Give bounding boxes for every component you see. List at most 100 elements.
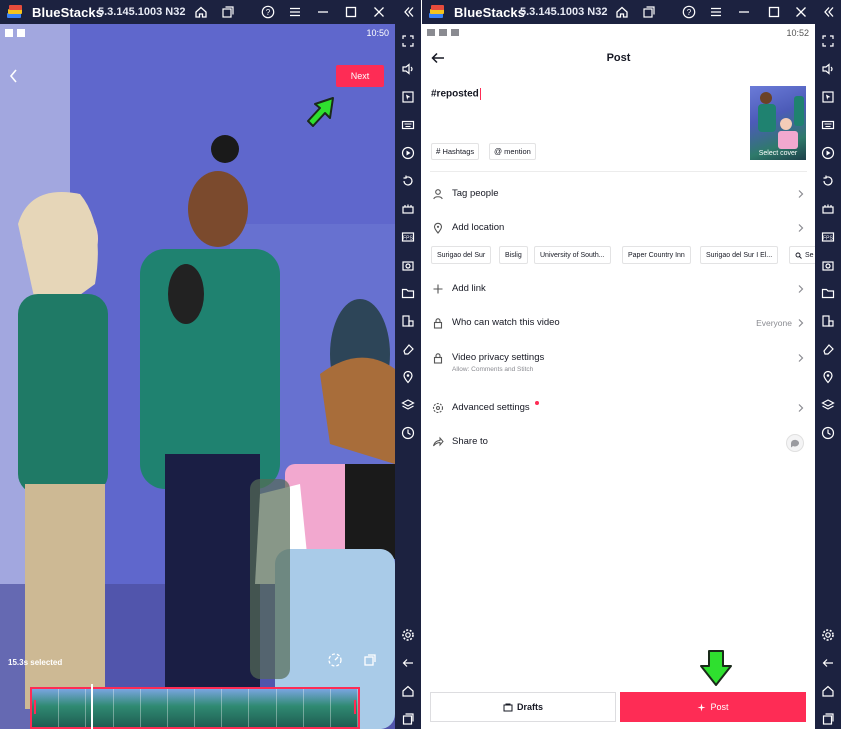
mention-chip[interactable]: @ mention [489,143,536,160]
drafts-button[interactable]: Drafts [430,692,616,722]
location-chip[interactable]: Paper Country Inn [622,246,691,264]
filmstrip-frame [59,689,87,727]
menu-icon[interactable] [286,3,304,21]
cursor-lock-icon[interactable] [819,88,837,106]
maximize-icon[interactable] [342,3,360,21]
eco-mode-icon[interactable] [819,424,837,442]
settings-gear-icon[interactable] [399,626,417,644]
folder-icon[interactable] [399,284,417,302]
filmstrip-frame [113,689,141,727]
eco-mode-icon[interactable] [399,424,417,442]
location-chip[interactable]: Bislig [499,246,528,264]
add-location-row[interactable]: Add location [422,218,815,238]
app-version: 5.3.145.1003 N32 [520,6,608,18]
menu-icon[interactable] [707,3,725,21]
keyboard-icon[interactable] [399,116,417,134]
screenshot-icon[interactable] [819,256,837,274]
resize-icon[interactable] [819,312,837,330]
maximize-icon[interactable] [765,3,783,21]
caption-input[interactable]: #reposted [431,88,481,100]
fullscreen-icon[interactable] [399,32,417,50]
side-toolbar: FPS [395,24,421,729]
close-icon[interactable] [792,3,810,21]
screenshot-icon[interactable] [399,256,417,274]
resize-icon[interactable] [399,312,417,330]
back-icon[interactable] [8,68,20,84]
minimize-icon[interactable] [314,3,332,21]
add-link-row[interactable]: Add link [422,279,815,299]
share-message-toggle[interactable] [786,434,804,452]
rotate-screen-icon[interactable] [819,172,837,190]
location-search-chip[interactable]: Se [789,246,815,264]
recent-apps-icon[interactable] [819,710,837,728]
mention-label: mention [504,147,531,156]
svg-text:?: ? [266,8,271,17]
multi-instance-icon[interactable] [640,3,658,21]
location-chip[interactable]: Surigao del Sur I El... [700,246,779,264]
android-home-icon[interactable] [399,682,417,700]
volume-icon[interactable] [399,60,417,78]
folder-icon[interactable] [819,284,837,302]
post-button[interactable]: Post [620,692,806,722]
cursor-lock-icon[interactable] [399,88,417,106]
macro-icon[interactable] [819,200,837,218]
layers-icon[interactable] [399,396,417,414]
collapse-sidebar-icon[interactable] [400,3,418,21]
trim-handle-right[interactable] [354,700,356,714]
video-editor-screen: 10:50 Next 15.3s selected [0,24,395,729]
location-icon[interactable] [399,368,417,386]
close-icon[interactable] [370,3,388,21]
fps-icon[interactable]: FPS [399,228,417,246]
macro-icon[interactable] [399,200,417,218]
tag-people-row[interactable]: Tag people [422,184,815,204]
location-icon[interactable] [819,368,837,386]
collapse-sidebar-icon[interactable] [820,3,838,21]
caption-text: #reposted [431,88,479,100]
rotate-icon[interactable] [362,652,378,673]
minimize-icon[interactable] [735,3,753,21]
help-icon[interactable]: ? [680,3,698,21]
location-chip[interactable]: Surigao del Sur [431,246,492,264]
android-back-icon[interactable] [399,654,417,672]
speed-icon[interactable] [327,652,343,673]
drafts-label: Drafts [516,702,543,712]
next-button[interactable]: Next [336,65,384,87]
text-cursor [479,88,481,100]
home-icon[interactable] [613,3,631,21]
cover-thumbnail[interactable]: Select cover [750,86,806,160]
message-bubble-icon [791,439,799,447]
android-back-icon[interactable] [819,654,837,672]
home-icon[interactable] [192,3,210,21]
advanced-settings-row[interactable]: Advanced settings [422,398,815,418]
recent-apps-icon[interactable] [399,710,417,728]
notification-dot [535,401,539,405]
add-location-label: Add location [452,222,505,233]
title-bar: BlueStacks 5.3.145.1003 N32 ? [0,0,421,24]
record-icon[interactable] [399,144,417,162]
pointer-arrow-icon [303,94,339,135]
video-filmstrip[interactable] [30,687,360,729]
keyboard-icon[interactable] [819,116,837,134]
app-version: 5.3.145.1003 N32 [98,6,186,18]
app-title: BlueStacks [454,5,526,20]
record-icon[interactable] [819,144,837,162]
volume-icon[interactable] [819,60,837,78]
playhead[interactable] [91,684,93,729]
fps-icon[interactable]: FPS [819,228,837,246]
video-privacy-row[interactable]: Video privacy settings Allow: Comments a… [422,348,815,376]
android-home-icon[interactable] [819,682,837,700]
layers-icon[interactable] [819,396,837,414]
hashtags-chip[interactable]: # Hashtags [431,143,480,160]
eraser-icon[interactable] [399,340,417,358]
eraser-icon[interactable] [819,340,837,358]
who-can-watch-row[interactable]: Who can watch this video Everyone [422,313,815,333]
location-chip[interactable]: University of South... [534,246,611,264]
trim-handle-left[interactable] [34,700,36,714]
filmstrip-frame [276,689,304,727]
fullscreen-icon[interactable] [819,32,837,50]
rotate-screen-icon[interactable] [399,172,417,190]
settings-gear-icon[interactable] [819,626,837,644]
help-icon[interactable]: ? [259,3,277,21]
multi-instance-icon[interactable] [219,3,237,21]
who-can-watch-value: Everyone [756,318,792,328]
